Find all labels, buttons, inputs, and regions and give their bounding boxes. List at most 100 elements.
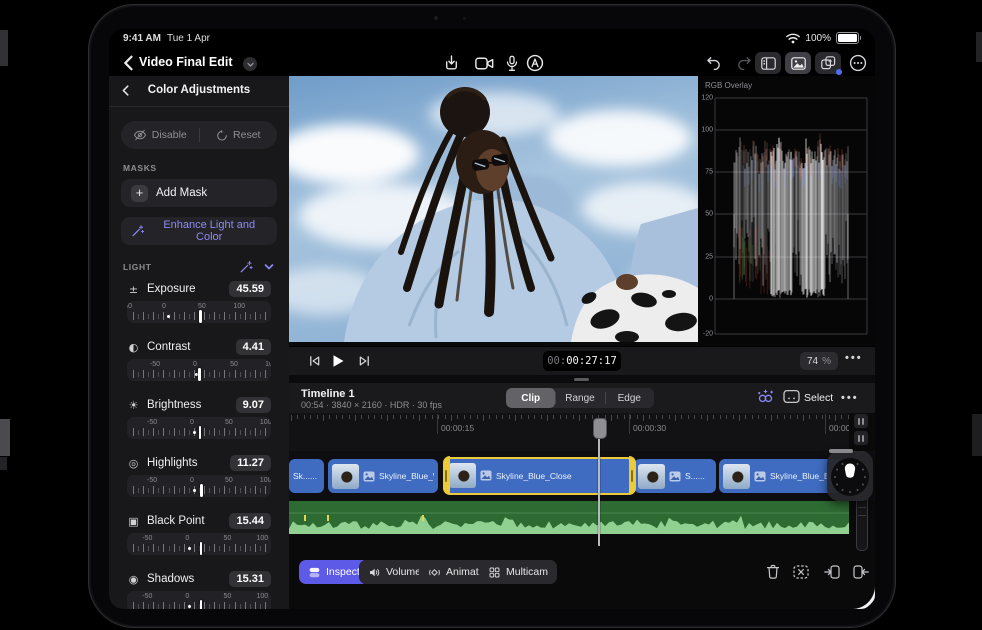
reset-icon — [217, 129, 227, 140]
zoom-unit: % — [822, 355, 832, 367]
mode-edge[interactable]: Edge — [604, 388, 654, 408]
select-button[interactable]: Select — [804, 392, 833, 404]
replace-clip-icon[interactable] — [792, 563, 809, 580]
title-chevron-icon[interactable] — [243, 57, 257, 71]
jog-wheel-handle[interactable] — [829, 449, 853, 453]
light-section-label: LIGHT — [123, 262, 152, 272]
enhance-button[interactable]: Enhance Light and Color — [121, 217, 277, 245]
disable-button[interactable]: Disable — [121, 129, 199, 141]
overlay-view-icon[interactable] — [783, 389, 800, 409]
annotate-icon[interactable] — [525, 53, 545, 73]
timeline-clip[interactable]: Skyline_Blue_Wide — [328, 459, 438, 493]
slider-value-box[interactable]: 11.27 — [230, 455, 271, 471]
timeline-clip[interactable]: Skyline_Blue_Close — [442, 456, 636, 495]
slider-value-box[interactable]: 15.31 — [229, 571, 271, 587]
clip-thumbnail — [723, 463, 750, 489]
scope-axis-label: 120 — [701, 94, 713, 102]
timeline-more-icon[interactable]: ••• — [841, 392, 859, 404]
project-title[interactable]: Video Final Edit — [139, 55, 233, 69]
slider-thumb[interactable] — [200, 484, 203, 497]
viewer-more-icon[interactable]: ••• — [845, 352, 863, 364]
audio-waveform — [289, 512, 849, 534]
media-browser-icon[interactable] — [785, 52, 811, 74]
trim-handle-left[interactable] — [442, 456, 450, 495]
tool-label: Multicam — [506, 566, 549, 578]
multicam-button[interactable]: Multicam — [479, 560, 558, 584]
reset-button[interactable]: Reset — [200, 129, 278, 142]
viewer-zoom-button[interactable]: 74% — [800, 352, 838, 370]
effects-browser-icon[interactable] — [815, 52, 842, 75]
slider-contrast: ◐ Contrast 4.41 -50 0 50 100 — [109, 339, 289, 381]
slider-value-box[interactable]: 45.59 — [229, 281, 271, 297]
add-mask-button[interactable]: + Add Mask — [121, 179, 277, 207]
slider-value-box[interactable]: 15.44 — [229, 513, 271, 529]
zoom-value: 74 — [806, 355, 819, 367]
clip-thumbnail — [449, 463, 476, 488]
next-frame-icon[interactable] — [355, 352, 373, 370]
insert-right-icon[interactable] — [852, 563, 869, 580]
microphone-icon[interactable] — [502, 53, 522, 73]
slider-value-box[interactable]: 4.41 — [235, 339, 271, 355]
timeline-ruler[interactable]: 00:00:15 00:00:30 00:00:45 — [289, 413, 849, 451]
background-shape — [0, 419, 10, 456]
back-icon[interactable] — [119, 53, 139, 73]
clip-name: Skyline_Blue_Wide — [379, 471, 434, 481]
bottom-toolbar: Inspect Volume Animate Multicam — [289, 559, 875, 585]
background-shape — [976, 32, 982, 62]
slider-thumb[interactable] — [198, 426, 202, 439]
magnetic-tool-icon[interactable] — [757, 389, 774, 410]
slider-track[interactable]: -50 0 50 100 — [127, 533, 271, 555]
auto-enhance-icon[interactable] — [239, 260, 253, 274]
ipad-device: 9:41 AM Tue 1 Apr 100% Video Final Edit — [88, 4, 896, 628]
mode-range[interactable]: Range — [555, 388, 604, 408]
timeline-clip[interactable]: Sk...... — [289, 459, 324, 493]
mode-clip[interactable]: Clip — [506, 388, 556, 408]
timeline-clip[interactable]: S...... — [634, 459, 716, 493]
photo-icon — [363, 471, 375, 482]
more-options-icon[interactable] — [848, 53, 868, 73]
playhead-handle[interactable] — [593, 418, 607, 439]
slider-thumb[interactable] — [199, 600, 203, 609]
scale-label: 100 — [259, 418, 271, 426]
inspector-toggle-icon[interactable] — [755, 52, 781, 74]
audio-track[interactable] — [289, 501, 849, 534]
delete-icon[interactable] — [764, 563, 781, 580]
slider-track[interactable]: -50 0 50 100 — [127, 591, 271, 609]
track-height-alt-icon[interactable] — [854, 431, 868, 445]
slider-thumb[interactable] — [199, 542, 203, 555]
camera-icon[interactable] — [474, 53, 494, 73]
video-viewer[interactable] — [289, 76, 698, 342]
timecode-hours: 00: — [547, 355, 567, 367]
undo-icon[interactable] — [703, 53, 723, 73]
scale-label: 0 — [185, 592, 190, 600]
animate-icon — [428, 566, 441, 579]
slider-highlights: ◎ Highlights 11.27 -50 0 50 100 — [109, 455, 289, 497]
slider-track[interactable]: -50 0 50 100 — [127, 359, 271, 381]
slider-value-box[interactable]: 9.07 — [235, 397, 271, 413]
plus-icon: + — [131, 184, 148, 202]
slider-track[interactable]: -50 0 50 100 — [127, 301, 271, 323]
slider-thumb[interactable] — [198, 368, 201, 381]
timeline-resize-strip[interactable] — [289, 375, 875, 383]
insert-left-icon[interactable] — [823, 563, 840, 580]
slider-track[interactable]: -50 0 50 100 — [127, 475, 271, 497]
slider-thumb[interactable] — [199, 310, 202, 323]
jog-wheel[interactable] — [827, 449, 873, 501]
tool-label: Volume — [386, 566, 422, 578]
slider-exposure: ± Exposure 45.59 -50 0 50 100 — [109, 281, 289, 323]
trim-handle-right[interactable] — [628, 456, 636, 495]
scope-waveform — [733, 133, 849, 298]
disable-label: Disable — [151, 129, 187, 141]
export-icon[interactable] — [441, 53, 461, 73]
redo-icon[interactable] — [734, 53, 754, 73]
track-height-icon[interactable] — [854, 414, 868, 428]
scale-label: 100 — [233, 302, 246, 310]
clip-thumbnail — [332, 463, 359, 489]
play-icon[interactable] — [329, 352, 347, 370]
scale-label: 50 — [225, 418, 233, 426]
drag-handle[interactable] — [574, 378, 589, 381]
slider-shadows: ◉ Shadows 15.31 -50 0 50 100 — [109, 571, 289, 609]
slider-track[interactable]: -50 0 50 100 — [127, 417, 271, 439]
collapse-chevron-icon[interactable] — [263, 261, 275, 273]
previous-frame-icon[interactable] — [305, 352, 323, 370]
